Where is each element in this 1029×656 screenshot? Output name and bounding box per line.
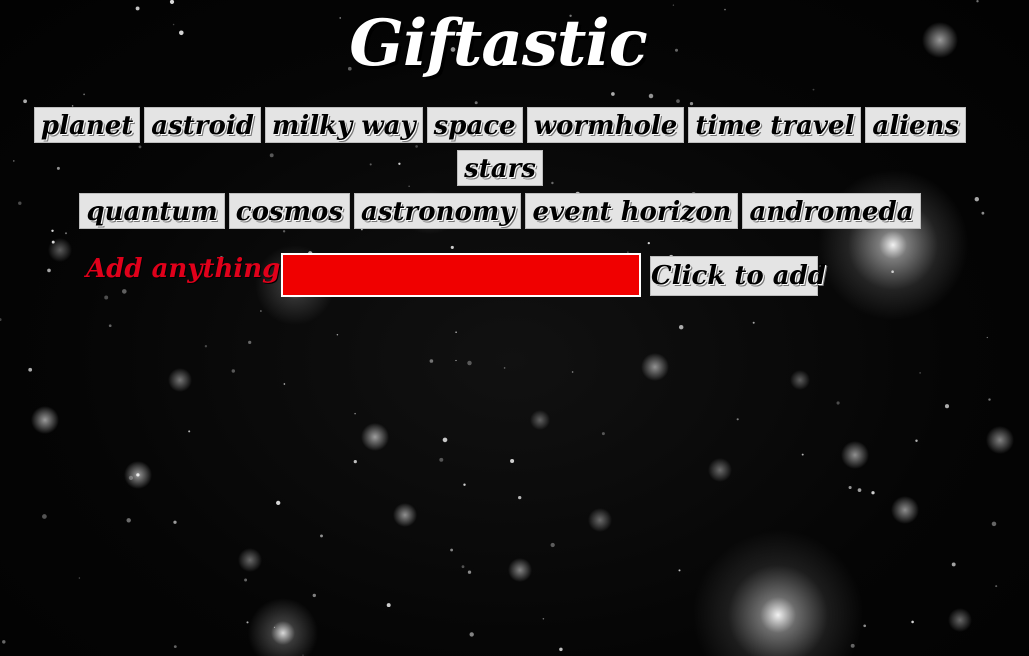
page-title: Giftastic bbox=[349, 6, 647, 81]
add-topic-button[interactable]: Click to add bbox=[650, 256, 826, 296]
topic-button[interactable]: planet bbox=[33, 107, 141, 143]
topic-button[interactable]: cosmos bbox=[228, 193, 351, 229]
add-topic-input[interactable] bbox=[281, 253, 641, 297]
topic-button[interactable]: quantum bbox=[79, 193, 225, 229]
topic-buttons: planet astroid milky way space wormhole time … bbox=[20, 106, 980, 235]
add-anything-label: Add anything: bbox=[86, 254, 290, 284]
topic-button[interactable]: stars bbox=[457, 150, 543, 186]
topic-button[interactable]: event horizon bbox=[525, 193, 739, 229]
page: Giftastic planet astroid milky way space wor… bbox=[0, 0, 1029, 656]
topic-button[interactable]: milky way bbox=[264, 107, 423, 143]
add-topic-form: Add anything: Click to add bbox=[0, 250, 1029, 300]
topic-button[interactable]: time travel bbox=[688, 107, 862, 143]
topic-button[interactable]: andromeda bbox=[742, 193, 921, 229]
topic-button[interactable]: aliens bbox=[865, 107, 967, 143]
topic-button[interactable]: wormhole bbox=[526, 107, 685, 143]
topic-button[interactable]: space bbox=[426, 107, 523, 143]
topic-button[interactable]: astronomy bbox=[354, 193, 522, 229]
topic-button[interactable]: astroid bbox=[144, 107, 261, 143]
